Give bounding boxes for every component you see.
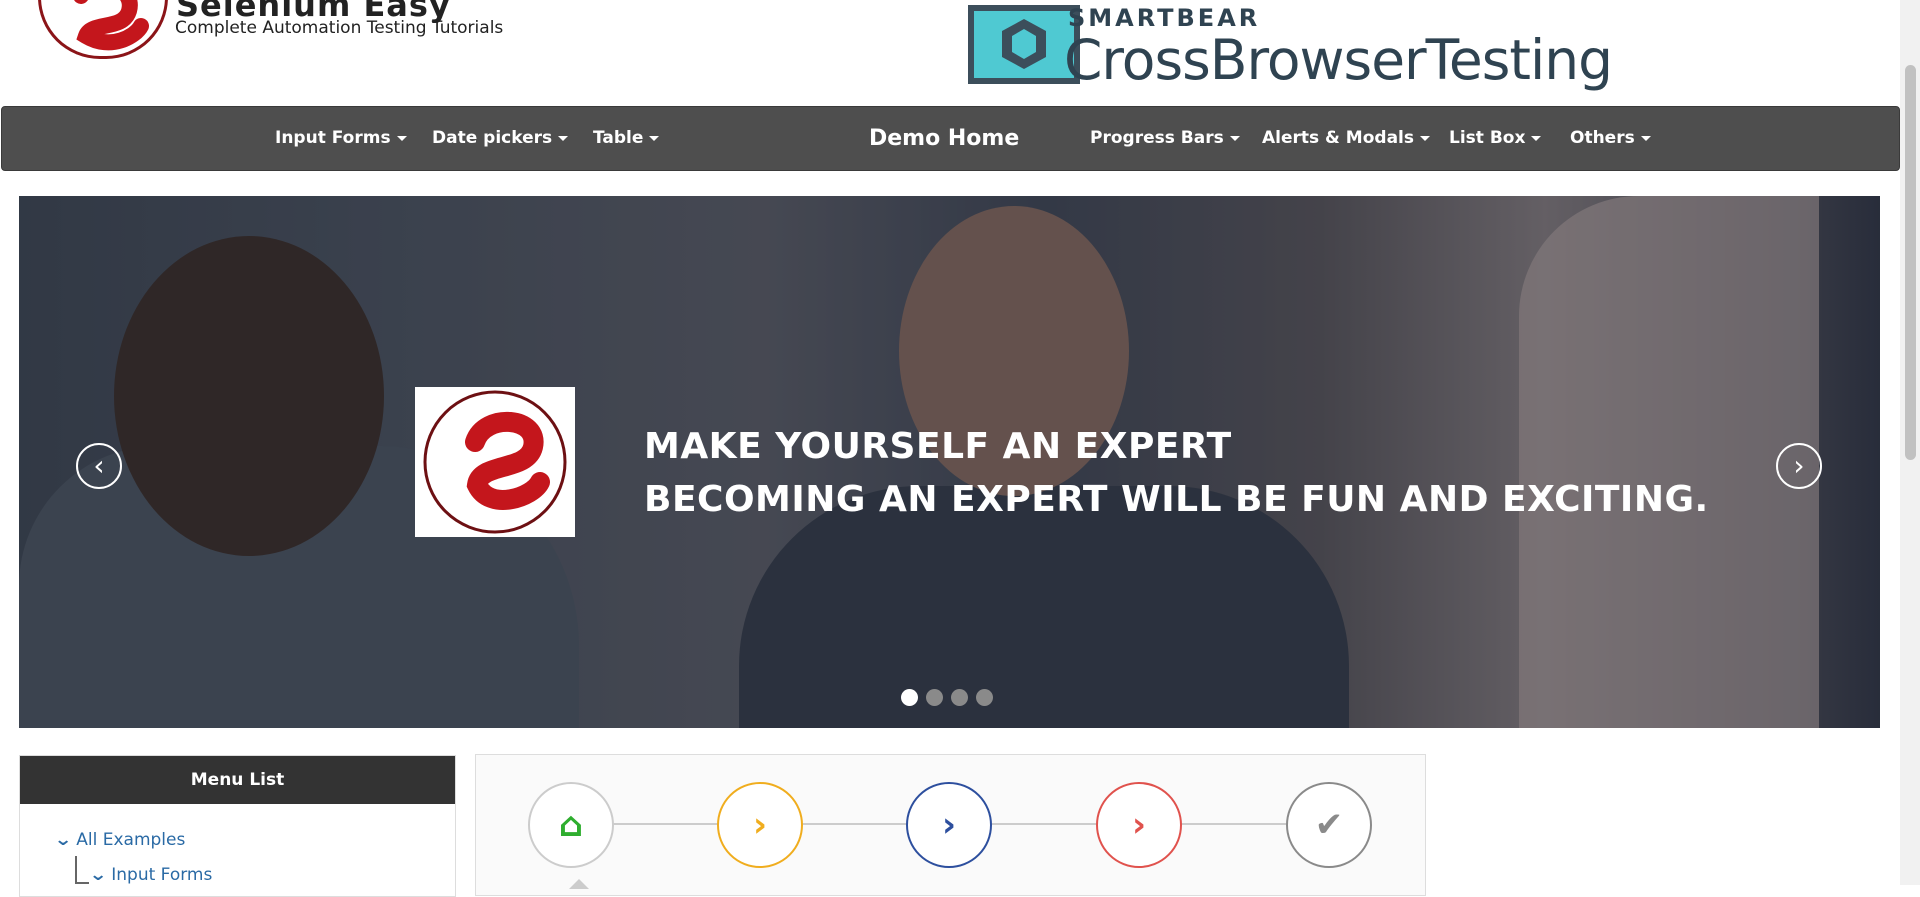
nav-label: List Box bbox=[1449, 128, 1526, 148]
nav-label: Alerts & Modals bbox=[1262, 128, 1414, 148]
carousel-indicator[interactable] bbox=[901, 689, 918, 706]
nav-table[interactable]: Table bbox=[593, 107, 660, 170]
menu-list-title: Menu List bbox=[20, 756, 455, 804]
menu-list-panel: Menu List ⌄ All Examples ⌄ Input Forms bbox=[19, 755, 456, 897]
slide-logo-icon bbox=[415, 387, 575, 537]
page-scrollbar[interactable] bbox=[1900, 0, 1920, 885]
chevron-down-icon: ⌄ bbox=[53, 830, 73, 850]
nav-date-pickers[interactable]: Date pickers bbox=[432, 107, 569, 170]
tree-connector bbox=[75, 882, 89, 884]
nav-others[interactable]: Others bbox=[1570, 107, 1651, 170]
caret-down-icon bbox=[1420, 135, 1430, 141]
chevron-down-icon: ⌄ bbox=[88, 865, 108, 885]
sponsor-big-text[interactable]: CrossBrowserTesting bbox=[1064, 28, 1613, 92]
tree-item-label: All Examples bbox=[76, 830, 186, 850]
step-2[interactable]: › bbox=[717, 782, 803, 868]
slide-caption-line2: BECOMING AN EXPERT WILL BE FUN AND EXCIT… bbox=[644, 479, 1709, 520]
tree-connector bbox=[75, 856, 77, 884]
tree-item-label: Input Forms bbox=[111, 865, 213, 885]
carousel-indicator[interactable] bbox=[926, 689, 943, 706]
chevron-left-icon: ‹ bbox=[93, 449, 105, 482]
nav-label: Table bbox=[593, 128, 644, 148]
nav-label: Date pickers bbox=[432, 128, 553, 148]
main-navbar: Input Forms Date pickers Table Demo Home… bbox=[1, 106, 1900, 171]
carousel-indicator[interactable] bbox=[951, 689, 968, 706]
site-header: Selenium Easy Complete Automation Testin… bbox=[0, 0, 1900, 106]
home-icon: ⌂ bbox=[558, 805, 584, 845]
active-step-pointer bbox=[569, 879, 589, 889]
chevron-right-icon: › bbox=[1793, 449, 1805, 482]
caret-down-icon bbox=[396, 135, 407, 141]
caret-down-icon bbox=[1640, 135, 1651, 141]
nav-label: Others bbox=[1570, 128, 1635, 148]
step-home[interactable]: ⌂ bbox=[528, 782, 614, 868]
nav-label: Progress Bars bbox=[1090, 128, 1224, 148]
chevron-right-icon: › bbox=[1131, 805, 1146, 845]
slide-caption: MAKE YOURSELF AN EXPERT BECOMING AN EXPE… bbox=[644, 420, 1709, 526]
caret-down-icon bbox=[1531, 135, 1542, 141]
step-finish[interactable]: ✔ bbox=[1286, 782, 1372, 868]
nav-demo-home[interactable]: Demo Home bbox=[869, 107, 1019, 170]
caret-down-icon bbox=[1229, 135, 1240, 141]
scrollbar-thumb[interactable] bbox=[1905, 65, 1916, 460]
carousel-prev-button[interactable]: ‹ bbox=[76, 443, 122, 489]
nav-label: Input Forms bbox=[275, 128, 391, 148]
nav-alerts-modals[interactable]: Alerts & Modals bbox=[1262, 107, 1430, 170]
carousel-indicator[interactable] bbox=[976, 689, 993, 706]
brand-tagline: Complete Automation Testing Tutorials bbox=[175, 18, 504, 38]
check-icon: ✔ bbox=[1314, 805, 1344, 845]
hero-carousel: MAKE YOURSELF AN EXPERT BECOMING AN EXPE… bbox=[19, 196, 1880, 728]
tree-item-all-examples[interactable]: ⌄ All Examples bbox=[53, 830, 186, 850]
caret-down-icon bbox=[558, 135, 569, 141]
chevron-right-icon: › bbox=[752, 805, 767, 845]
nav-list-box[interactable]: List Box bbox=[1449, 107, 1542, 170]
steps-wizard-panel: ⌂ › › › ✔ bbox=[475, 754, 1426, 896]
carousel-next-button[interactable]: › bbox=[1776, 443, 1822, 489]
nav-input-forms[interactable]: Input Forms bbox=[275, 107, 407, 170]
step-4[interactable]: › bbox=[1096, 782, 1182, 868]
nav-progress-bars[interactable]: Progress Bars bbox=[1090, 107, 1240, 170]
chevron-right-icon: › bbox=[941, 805, 956, 845]
selenium-easy-logo[interactable] bbox=[38, 0, 168, 59]
caret-down-icon bbox=[649, 135, 660, 141]
step-3[interactable]: › bbox=[906, 782, 992, 868]
carousel-indicators bbox=[901, 689, 1001, 709]
tree-item-input-forms[interactable]: ⌄ Input Forms bbox=[88, 865, 213, 885]
slide-caption-line1: MAKE YOURSELF AN EXPERT bbox=[644, 426, 1232, 467]
